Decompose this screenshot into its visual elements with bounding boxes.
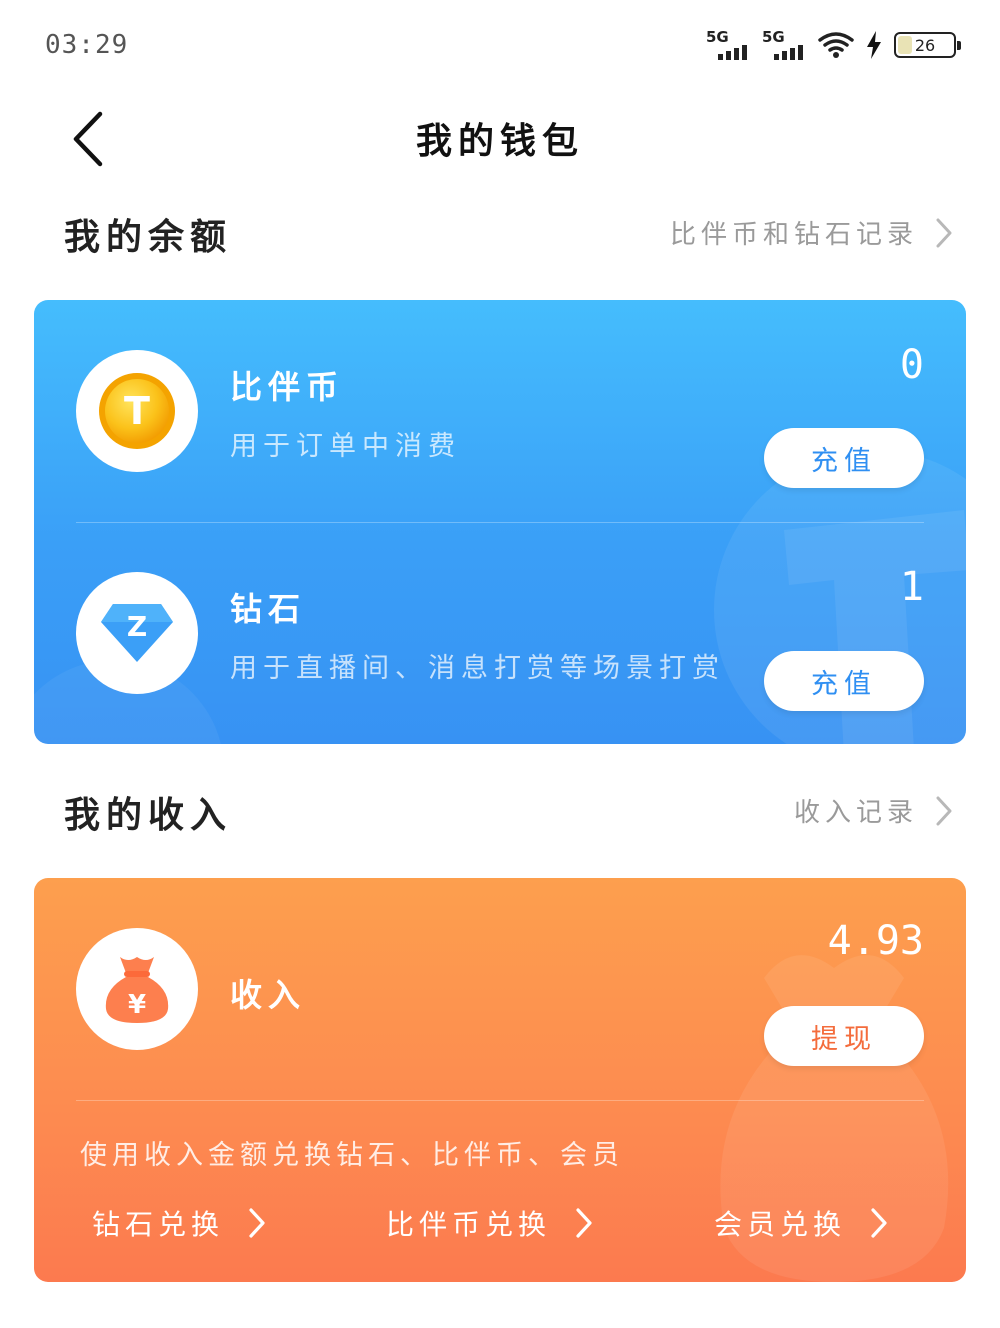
coin-balance-row: T 比伴币 用于订单中消费 0 充值 <box>34 300 966 522</box>
coin-diamond-records-link[interactable]: 比伴币和钻石记录 <box>670 214 954 251</box>
diamond-exchange-label: 钻石兑换 <box>92 1208 225 1241</box>
withdraw-button[interactable]: 提现 <box>764 1006 924 1066</box>
diamond-icon-circle: Z <box>76 572 198 694</box>
records-link-label: 比伴币和钻石记录 <box>669 220 918 250</box>
money-bag-symbol: ¥ <box>128 990 146 1020</box>
wifi-icon <box>818 32 854 58</box>
income-section-title: 我的收入 <box>64 795 233 836</box>
chevron-right-icon <box>936 218 952 247</box>
status-indicators: 5G 5G 26 <box>706 28 961 62</box>
coin-balance-value: 0 <box>899 342 924 388</box>
signal-5g-icon: 5G <box>706 28 750 62</box>
coin-icon: T <box>99 373 175 449</box>
diamond-balance-value: 1 <box>899 564 924 610</box>
coin-recharge-button[interactable]: 充值 <box>764 428 924 488</box>
diamond-name: 钻石 <box>230 590 307 628</box>
card-divider <box>76 1100 924 1101</box>
diamond-exchange-link[interactable]: 钻石兑换 <box>92 1203 266 1243</box>
coin-icon-circle: T <box>76 350 198 472</box>
exchange-description: 使用收入金额兑换钻石、比伴币、会员 <box>80 1140 624 1171</box>
income-icon-circle: ¥ <box>76 928 198 1050</box>
coin-name: 比伴币 <box>230 368 345 406</box>
money-bag-icon: ¥ <box>105 957 169 1023</box>
income-name: 收入 <box>230 976 307 1014</box>
diamond-icon: Z <box>101 604 173 662</box>
income-section-header: 我的收入 收入记录 <box>64 782 954 842</box>
coin-description: 用于订单中消费 <box>230 431 461 462</box>
status-bar: 03:29 5G 5G 26 <box>0 0 1000 90</box>
status-time: 03:29 <box>45 30 129 60</box>
income-value: 4.93 <box>827 918 924 964</box>
income-card: ¥ 收入 4.93 提现 使用收入金额兑换钻石、比伴币、会员 钻石兑换 比伴币兑… <box>34 878 966 1282</box>
signal-5g-icon: 5G <box>762 28 806 62</box>
battery-level: 26 <box>914 35 936 55</box>
page-title: 我的钱包 <box>415 121 584 162</box>
membership-exchange-link[interactable]: 会员兑换 <box>714 1203 888 1243</box>
signal-label: 5G <box>706 28 729 46</box>
coin-icon-letter: T <box>124 389 150 433</box>
chevron-right-icon <box>936 796 952 825</box>
balance-section-header: 我的余额 比伴币和钻石记录 <box>64 204 954 264</box>
diamond-icon-letter: Z <box>127 610 147 643</box>
signal-label: 5G <box>762 28 785 46</box>
coin-exchange-link[interactable]: 比伴币兑换 <box>386 1203 593 1243</box>
chevron-right-icon <box>576 1208 592 1238</box>
chevron-right-icon <box>871 1208 887 1238</box>
coin-exchange-label: 比伴币兑换 <box>386 1208 552 1241</box>
balance-card: T 比伴币 用于订单中消费 0 充值 Z 钻石 用于直播间、消息打赏等场景打赏 … <box>34 300 966 744</box>
membership-exchange-label: 会员兑换 <box>714 1208 847 1241</box>
income-records-label: 收入记录 <box>793 798 918 828</box>
balance-section-title: 我的余额 <box>64 217 233 258</box>
diamond-balance-row: Z 钻石 用于直播间、消息打赏等场景打赏 1 充值 <box>34 522 966 744</box>
battery-icon: 26 <box>894 32 961 58</box>
diamond-recharge-button[interactable]: 充值 <box>764 651 924 711</box>
diamond-description: 用于直播间、消息打赏等场景打赏 <box>230 653 725 684</box>
chevron-right-icon <box>249 1208 265 1238</box>
charging-bolt-icon <box>867 31 881 59</box>
income-records-link[interactable]: 收入记录 <box>794 792 954 829</box>
